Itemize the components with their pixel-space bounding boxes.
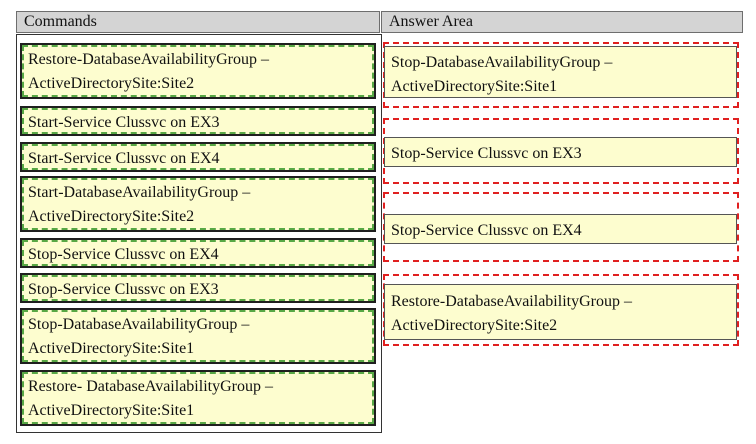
command-line2: ActiveDirectorySite:Site1 xyxy=(28,402,195,419)
answer-line1: Restore-DatabaseAvailabilityGroup – xyxy=(391,293,632,310)
command-line1: Restore- DatabaseAvailabilityGroup – xyxy=(28,378,273,395)
answer-item[interactable]: Stop-Service Clussvc on EX3 xyxy=(384,137,737,167)
command-item[interactable]: Start-Service Clussvc on EX3 xyxy=(20,106,376,136)
command-line2: ActiveDirectorySite:Site2 xyxy=(28,208,195,225)
answer-item[interactable]: Stop-Service Clussvc on EX4 xyxy=(384,214,737,244)
answer-line1: Stop-Service Clussvc on EX3 xyxy=(391,145,582,162)
answer-item[interactable]: Restore-DatabaseAvailabilityGroup – Acti… xyxy=(384,284,737,340)
answer-line2: ActiveDirectorySite:Site1 xyxy=(391,78,558,95)
command-line1: Start-DatabaseAvailabilityGroup – xyxy=(28,184,251,201)
command-line1: Stop-Service Clussvc on EX3 xyxy=(28,281,219,298)
command-line2: ActiveDirectorySite:Site1 xyxy=(28,340,195,357)
command-line1: Stop-DatabaseAvailabilityGroup – xyxy=(28,316,250,333)
command-line1: Start-Service Clussvc on EX3 xyxy=(28,114,220,131)
commands-header: Commands xyxy=(16,11,380,33)
command-line1: Restore-DatabaseAvailabilityGroup – xyxy=(28,51,269,68)
command-line1: Stop-Service Clussvc on EX4 xyxy=(28,246,219,263)
answer-line1: Stop-DatabaseAvailabilityGroup – xyxy=(391,54,613,71)
command-item[interactable]: Restore-DatabaseAvailabilityGroup – Acti… xyxy=(20,43,376,99)
command-item[interactable]: Stop-Service Clussvc on EX3 xyxy=(20,273,376,303)
answer-line1: Stop-Service Clussvc on EX4 xyxy=(391,222,582,239)
command-line1: Start-Service Clussvc on EX4 xyxy=(28,150,220,167)
command-item[interactable]: Stop-DatabaseAvailabilityGroup – ActiveD… xyxy=(20,308,376,364)
answer-item[interactable]: Stop-DatabaseAvailabilityGroup – ActiveD… xyxy=(384,46,737,98)
answer-area-header: Answer Area xyxy=(381,11,743,33)
answer-line2: ActiveDirectorySite:Site2 xyxy=(391,317,558,334)
command-line2: ActiveDirectorySite:Site2 xyxy=(28,75,195,92)
command-item[interactable]: Start-Service Clussvc on EX4 xyxy=(20,142,376,172)
command-item[interactable]: Restore- DatabaseAvailabilityGroup – Act… xyxy=(20,370,376,426)
command-item[interactable]: Stop-Service Clussvc on EX4 xyxy=(20,238,376,268)
command-item[interactable]: Start-DatabaseAvailabilityGroup – Active… xyxy=(20,176,376,232)
